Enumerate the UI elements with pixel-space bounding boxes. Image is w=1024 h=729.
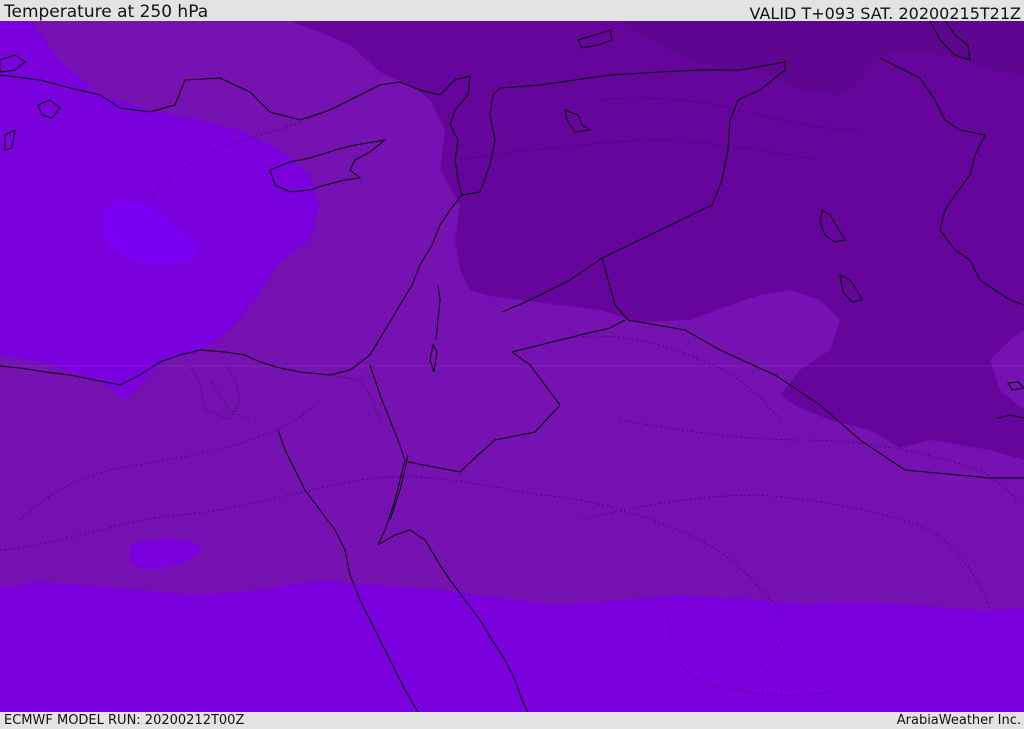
valid-time-label: VALID T+093 SAT. 20200215T21Z [749,4,1021,23]
footer-bar: ECMWF MODEL RUN: 20200212T00Z ArabiaWeat… [0,712,1024,729]
temperature-map[interactable] [0,21,1024,712]
credit-label: ArabiaWeather Inc. [896,713,1021,728]
map-title: Temperature at 250 hPa [4,2,209,22]
header-bar: Temperature at 250 hPa VALID T+093 SAT. … [0,0,1024,23]
model-run-label: ECMWF MODEL RUN: 20200212T00Z [4,713,245,728]
